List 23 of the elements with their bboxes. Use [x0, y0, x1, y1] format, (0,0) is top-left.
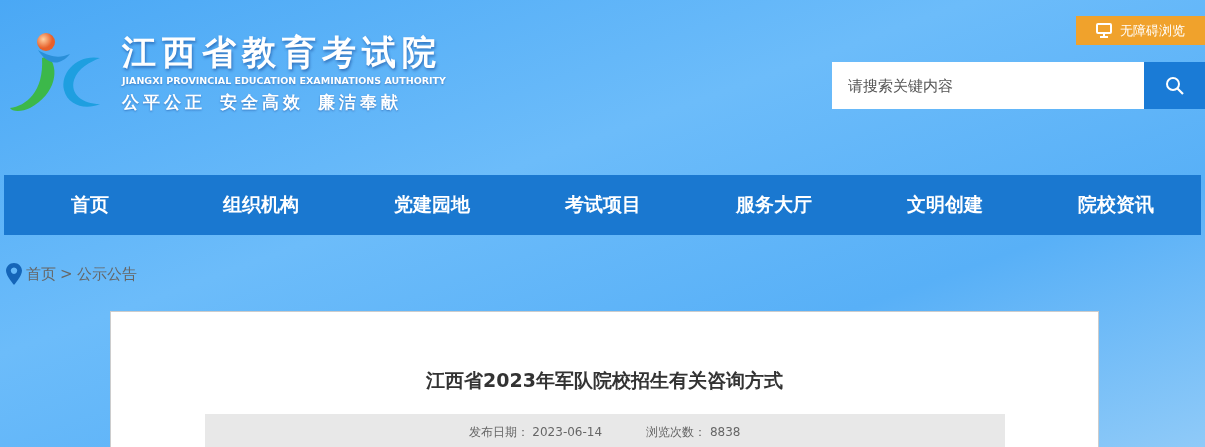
nav-link[interactable]: 党建园地: [346, 175, 517, 235]
article-title: 江西省2023年军队院校招生有关咨询方式: [426, 368, 783, 393]
monitor-icon: [1096, 23, 1112, 38]
nav-link[interactable]: 考试项目: [517, 175, 688, 235]
nav-link[interactable]: 服务大厅: [688, 175, 859, 235]
breadcrumb-separator: >: [60, 265, 73, 283]
nav-link[interactable]: 首页: [4, 175, 175, 235]
slogan: 廉洁奉献: [318, 91, 402, 114]
slogan: 公平公正: [122, 91, 206, 114]
search-button[interactable]: [1144, 62, 1205, 109]
nav-link[interactable]: 院校资讯: [1030, 175, 1201, 235]
slogan: 安全高效: [220, 91, 304, 114]
nav-link[interactable]: 文明创建: [859, 175, 1030, 235]
nav-link[interactable]: 组织机构: [175, 175, 346, 235]
breadcrumb-link[interactable]: 公示公告: [76, 264, 137, 284]
search-field[interactable]: 请搜索关键内容: [832, 62, 1144, 109]
meta-text: 浏览次数： 8838: [646, 423, 741, 441]
search-icon: [1164, 75, 1185, 96]
breadcrumb-link[interactable]: 首页: [26, 264, 56, 284]
location-pin-icon: [6, 263, 22, 285]
meta-text: 发布日期： 2023-06-14: [468, 423, 603, 441]
site-subtitle: JIANGXI PROVINCIAL EDUCATION EXAMINATIONS AUTHORITY: [122, 75, 446, 86]
site-title: 江西省教育考试院: [122, 32, 443, 72]
